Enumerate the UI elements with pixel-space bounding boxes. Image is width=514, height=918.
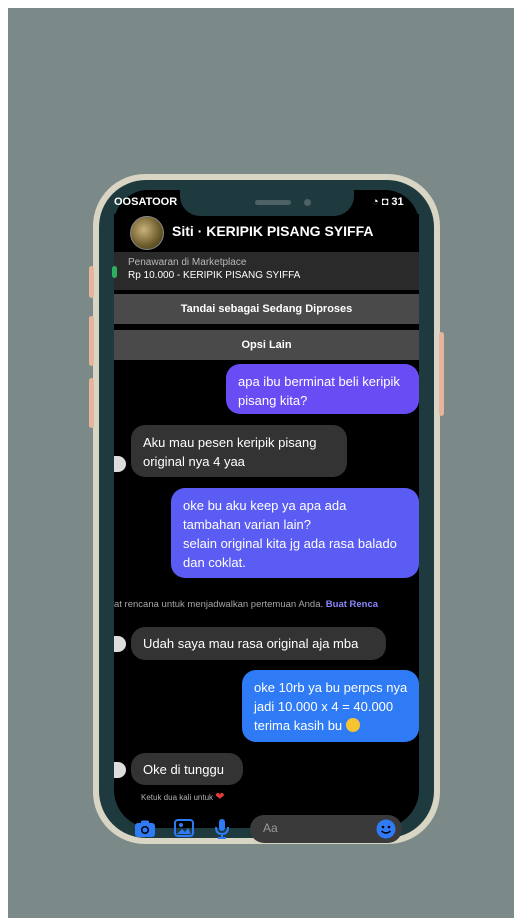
message-input-placeholder: Aa (263, 821, 278, 835)
front-camera (304, 199, 311, 206)
image-icon[interactable] (174, 819, 194, 837)
message-text: selain original kita jg ada rasa balado (183, 536, 397, 551)
message-text: Aku mau pesen keripik pisang (143, 435, 317, 450)
camera-icon[interactable] (134, 820, 156, 838)
status-carrier: OOSATOOR (114, 196, 178, 208)
microphone-icon[interactable] (214, 818, 230, 840)
message-outgoing[interactable]: apa ibu berminat beli keripik pisang kit… (226, 364, 419, 414)
phone-side-button-left-3 (89, 378, 94, 428)
more-options-button[interactable]: Opsi Lain (114, 330, 419, 360)
phone-side-button-right (439, 332, 444, 416)
heart-icon: ❤ (215, 791, 225, 803)
status-icons: ◔ ◘ 31 (372, 196, 404, 208)
message-text: dan coklat. (183, 555, 246, 570)
message-incoming[interactable]: Udah saya mau rasa original aja mba (131, 627, 386, 660)
mark-processing-button[interactable]: Tandai sebagai Sedang Diproses (114, 294, 419, 324)
message-text: terima kasih bu (254, 718, 343, 733)
message-text-with-emoji: terima kasih bu (254, 716, 407, 735)
avatar[interactable] (130, 216, 164, 250)
system-note: at rencana untuk menjadwalkan pertemuan … (114, 599, 419, 610)
phone-side-button-left-2 (89, 316, 94, 366)
message-incoming[interactable]: Oke di tunggu (131, 753, 243, 785)
emoji-icon[interactable] (376, 819, 396, 839)
system-note-text: at rencana untuk menjadwalkan pertemuan … (114, 599, 326, 610)
message-text: Oke di tunggu (143, 762, 224, 777)
message-text: pisang kita? (238, 393, 308, 408)
message-text: apa ibu berminat beli keripik (238, 374, 400, 389)
speaker-grille (255, 200, 291, 205)
chat-title[interactable]: Siti · KERIPIK PISANG SYIFFA (172, 223, 373, 239)
message-text: oke 10rb ya bu perpcs nya (254, 680, 408, 695)
alarm-icon: ◔ ◘ (372, 196, 392, 208)
message-outgoing[interactable]: oke bu aku keep ya apa ada tambahan vari… (171, 488, 419, 578)
marketplace-status-dot (112, 266, 117, 278)
marketplace-label: Penawaran di Marketplace (128, 257, 247, 268)
marketplace-item: Rp 10.000 - KERIPIK PISANG SYIFFA (128, 270, 301, 281)
phone-side-button-left-1 (89, 266, 94, 298)
smiling-face-emoji-icon (345, 718, 360, 732)
tap-hint: Ketuk dua kali untuk ❤ (141, 790, 225, 803)
message-outgoing[interactable]: oke 10rb ya bu perpcs nya jadi 10.000 x … (242, 670, 419, 742)
message-text: tambahan varian lain? (183, 517, 311, 532)
battery-text: 31 (391, 196, 404, 208)
message-text: original nya 4 yaa (143, 454, 245, 469)
tap-hint-text: Ketuk dua kali untuk (141, 793, 214, 802)
message-text: oke bu aku keep ya apa ada (183, 498, 347, 513)
system-note-link[interactable]: Buat Renca (326, 599, 378, 610)
message-text: jadi 10.000 x 4 = 40.000 (254, 699, 394, 714)
message-incoming[interactable]: Aku mau pesen keripik pisang original ny… (131, 425, 347, 477)
message-text: Udah saya mau rasa original aja mba (143, 636, 359, 651)
